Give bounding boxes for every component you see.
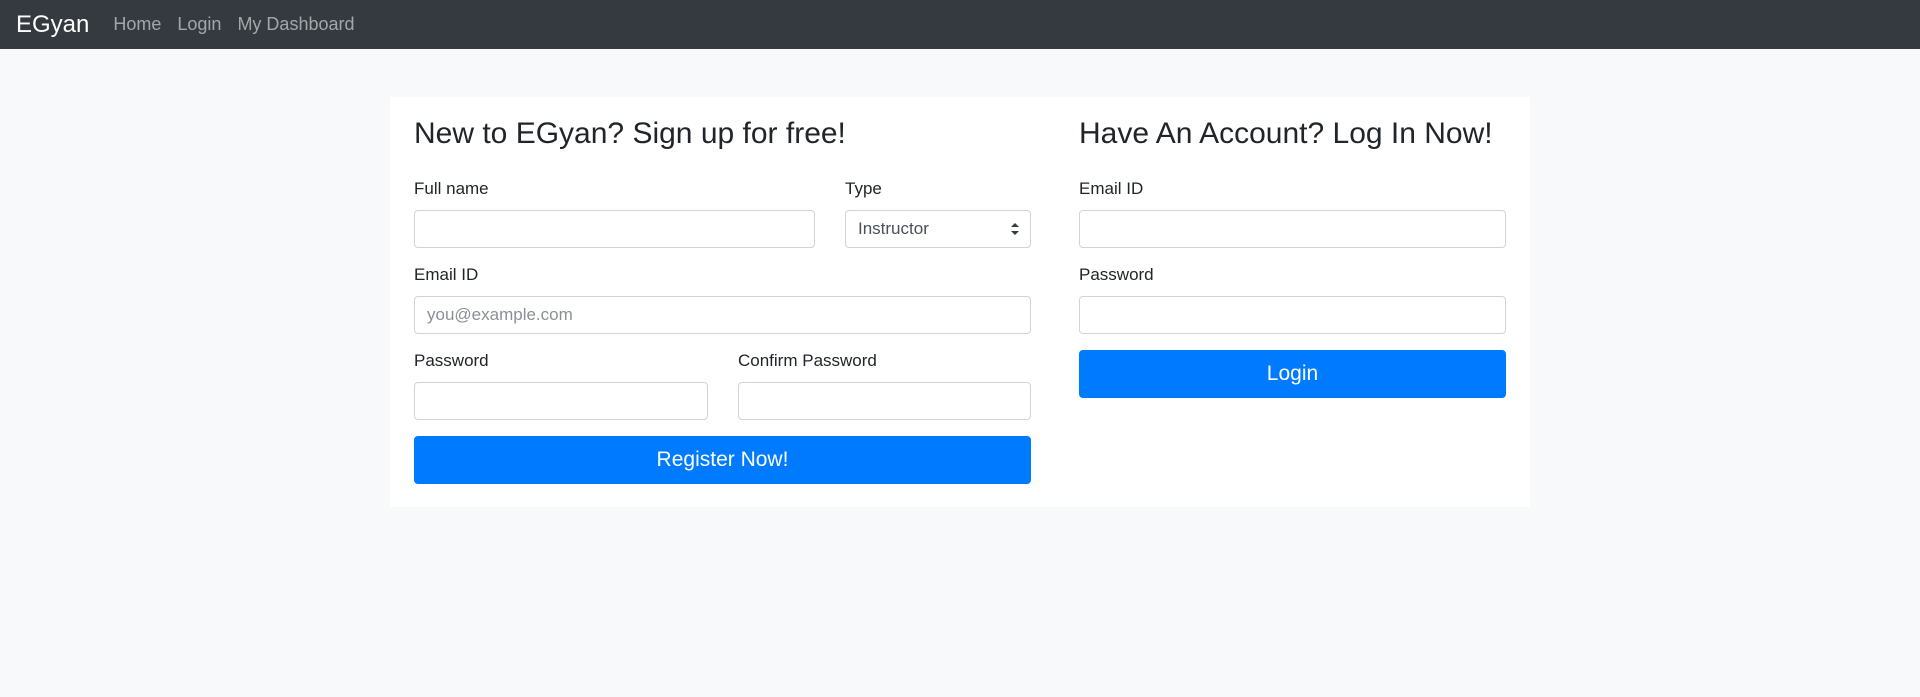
- navbar-brand[interactable]: EGyan: [16, 11, 89, 39]
- type-selected-value: Instructor: [858, 219, 929, 238]
- login-email-input[interactable]: [1079, 210, 1506, 248]
- login-button[interactable]: Login: [1079, 350, 1506, 398]
- signup-password-input[interactable]: [414, 382, 708, 420]
- nav-link-login[interactable]: Login: [177, 14, 221, 35]
- signup-email-input[interactable]: [414, 296, 1031, 334]
- register-button[interactable]: Register Now!: [414, 436, 1031, 484]
- login-heading: Have An Account? Log In Now!: [1079, 117, 1493, 150]
- select-caret-icon: [1011, 223, 1019, 235]
- signup-email-label: Email ID: [414, 265, 479, 284]
- login-email-label: Email ID: [1079, 179, 1144, 198]
- fullname-input[interactable]: [414, 210, 815, 248]
- type-select[interactable]: Instructor: [845, 210, 1031, 248]
- type-label: Type: [845, 179, 882, 198]
- nav-link-home[interactable]: Home: [113, 14, 161, 35]
- signup-password-label: Password: [414, 351, 489, 370]
- signup-heading: New to EGyan? Sign up for free!: [414, 117, 846, 150]
- login-password-label: Password: [1079, 265, 1154, 284]
- confirm-password-input[interactable]: [738, 382, 1031, 420]
- fullname-label: Full name: [414, 179, 489, 198]
- login-password-input[interactable]: [1079, 296, 1506, 334]
- top-navbar: EGyan Home Login My Dashboard: [0, 0, 1920, 49]
- confirm-password-label: Confirm Password: [738, 351, 877, 370]
- nav-link-dashboard[interactable]: My Dashboard: [237, 14, 354, 35]
- auth-card: New to EGyan? Sign up for free! Full nam…: [390, 97, 1530, 507]
